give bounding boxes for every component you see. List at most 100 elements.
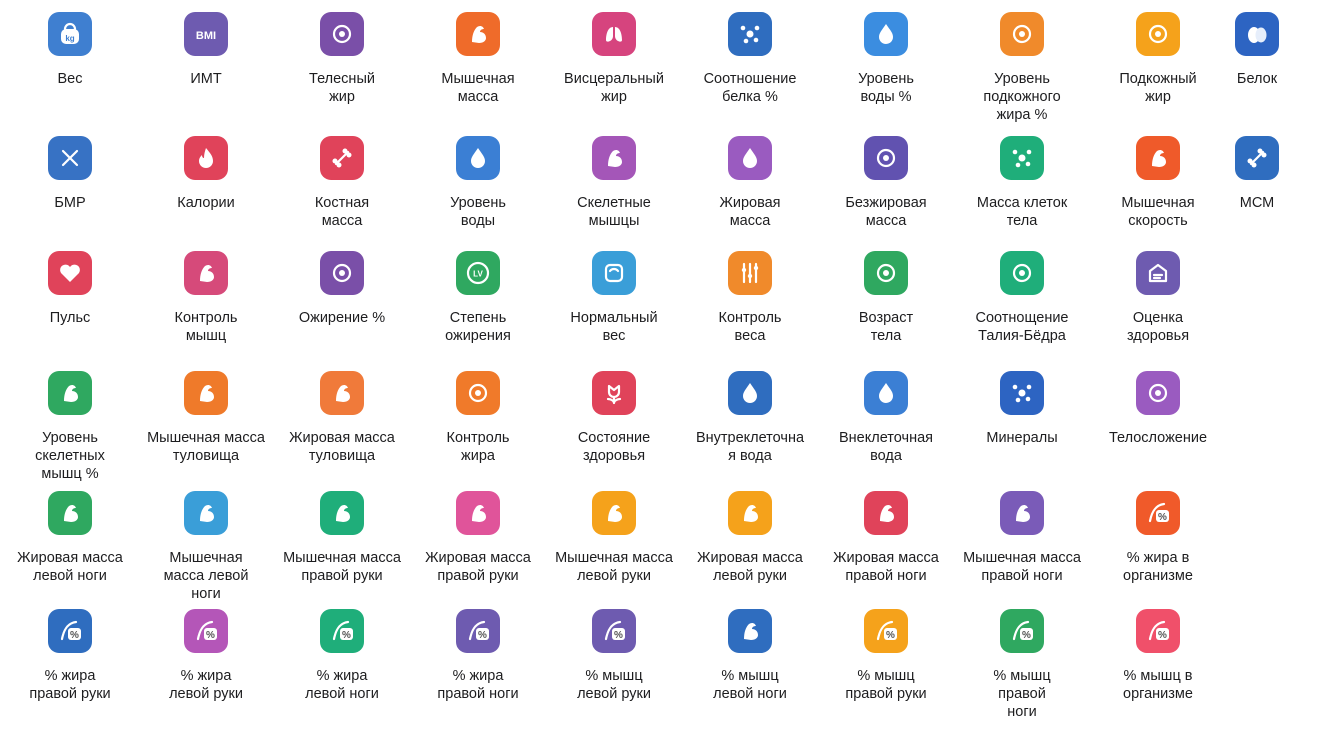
metric-tile[interactable]: Соотношение белка % (680, 12, 820, 106)
metric-label: Внеклеточная вода (839, 430, 933, 464)
metric-tile[interactable]: Минералы (952, 371, 1092, 447)
metric-tile[interactable]: Состояние здоровья (544, 371, 684, 465)
metric-label: Вес (57, 71, 83, 87)
metric-tile[interactable]: Мышечная масса туловища (136, 371, 276, 465)
metric-tile[interactable]: Жировая масса (680, 136, 820, 230)
metric-tile[interactable]: Телосложение (1088, 371, 1228, 447)
metric-tile[interactable]: Оценка здоровья (1088, 251, 1228, 345)
lean-mass-icon (864, 136, 908, 180)
right-arm-muscle-icon (320, 491, 364, 535)
metric-tile[interactable]: % % мышц левой руки (544, 609, 684, 703)
metric-tile[interactable]: Внутреклеточна я вода (680, 371, 820, 465)
metric-label: % мышц левой ноги (713, 668, 787, 702)
metric-tile[interactable]: Возраст тела (816, 251, 956, 345)
water-drops-icon (456, 136, 500, 180)
metric-tile[interactable]: Безжировая масса (816, 136, 956, 230)
metric-label: Белок (1236, 71, 1278, 87)
metric-tile[interactable]: Телесный жир (272, 12, 412, 106)
muscle-control-icon (184, 251, 228, 295)
metric-tile[interactable]: БМР (0, 136, 140, 212)
metric-tile[interactable]: Мышечная масса левой руки (544, 491, 684, 585)
metric-label: Скелетные мышцы (577, 195, 651, 229)
right-arm-fat-percent-icon: % (48, 609, 92, 653)
metric-tile[interactable]: Контроль жира (408, 371, 548, 465)
svg-text:%: % (342, 630, 351, 641)
metric-tile[interactable]: МСМ (1187, 136, 1327, 212)
metric-label: Возраст тела (858, 310, 914, 344)
right-leg-muscle-icon (1000, 491, 1044, 535)
metric-label: Калории (177, 195, 235, 211)
metric-label: % жира левой ноги (305, 668, 379, 702)
water-drop-icon (864, 12, 908, 56)
svg-text:LV: LV (473, 270, 483, 279)
metric-tile[interactable]: Уровень воды (408, 136, 548, 230)
left-arm-fat-icon (728, 491, 772, 535)
metric-tile[interactable]: Мышечная масса левой ноги (136, 491, 276, 603)
metric-label: Контроль жира (446, 430, 510, 464)
left-leg-fat-percent-icon: % (320, 609, 364, 653)
left-leg-fat-icon (48, 491, 92, 535)
metric-tile[interactable]: % % жира левой руки (136, 609, 276, 703)
metric-tile[interactable]: Контроль веса (680, 251, 820, 345)
metric-label: ИМТ (190, 71, 222, 87)
metric-tile[interactable]: Жировая масса туловища (272, 371, 412, 465)
metric-tile[interactable]: Нормальный вес (544, 251, 684, 345)
svg-text:kg: kg (65, 34, 74, 43)
bone-mineral-icon (1235, 136, 1279, 180)
health-report-icon (1136, 251, 1180, 295)
cells-icon (1000, 136, 1044, 180)
metric-tile[interactable]: Жировая масса левой ноги (0, 491, 140, 585)
metric-tile[interactable]: % % жира правой ноги (408, 609, 548, 703)
metric-label: Оценка здоровья (1126, 310, 1190, 344)
metric-tile[interactable]: Уровень скелетных мышц % (0, 371, 140, 483)
metric-tile[interactable]: LV Степень ожирения (408, 251, 548, 345)
metric-label: МСМ (1239, 195, 1275, 211)
metric-label: Жировая масса левой руки (697, 550, 803, 584)
metric-label: Жировая масса правой ноги (833, 550, 939, 584)
body-muscle-percent-icon: % (1136, 609, 1180, 653)
metric-tile[interactable]: Пульс (0, 251, 140, 327)
left-arm-fat-percent-icon: % (184, 609, 228, 653)
metric-tile[interactable]: Соотнощение Талия-Бёдра (952, 251, 1092, 345)
lungs-icon (592, 12, 636, 56)
metric-label: % жира в организме (1123, 550, 1193, 584)
metric-tile[interactable]: Жировая масса левой руки (680, 491, 820, 585)
metric-label: Степень ожирения (445, 310, 511, 344)
minerals-icon (1000, 371, 1044, 415)
metric-label: Телосложение (1108, 430, 1208, 446)
metric-tile[interactable]: Мышечная масса правой ноги (952, 491, 1092, 585)
metric-label: Уровень скелетных мышц % (35, 430, 105, 482)
metric-tile[interactable]: % мышц левой ноги (680, 609, 820, 703)
metric-label: Жировая масса левой ноги (17, 550, 123, 584)
metric-tile[interactable]: Белок (1187, 12, 1327, 88)
svg-text:%: % (614, 630, 623, 641)
metric-tile[interactable]: Уровень подкожного жира % (952, 12, 1092, 124)
metric-tile[interactable]: BMI ИМТ (136, 12, 276, 88)
metric-tile[interactable]: Мышечная масса правой руки (272, 491, 412, 585)
metric-label: Уровень воды (450, 195, 506, 229)
metric-tile[interactable]: % % жира в организме (1088, 491, 1228, 585)
muscle-speed-icon (1136, 136, 1180, 180)
bmi-icon: BMI (184, 12, 228, 56)
obesity-icon (320, 251, 364, 295)
metric-tile[interactable]: % % жира правой руки (0, 609, 140, 703)
metric-tile[interactable]: Калории (136, 136, 276, 212)
metric-tile[interactable]: Мышечная масса (408, 12, 548, 106)
metric-tile[interactable]: kg Вес (0, 12, 140, 88)
metric-tile[interactable]: % % мышц правой руки (816, 609, 956, 703)
metric-tile[interactable]: Скелетные мышцы (544, 136, 684, 230)
metric-tile[interactable]: Костная масса (272, 136, 412, 230)
metric-tile[interactable]: Масса клеток тела (952, 136, 1092, 230)
metric-tile[interactable]: Уровень воды % (816, 12, 956, 106)
metric-tile[interactable]: Висцеральный жир (544, 12, 684, 106)
metric-tile[interactable]: Контроль мышц (136, 251, 276, 345)
extracellular-water-icon (864, 371, 908, 415)
fat-drop-icon (728, 136, 772, 180)
metric-tile[interactable]: Ожирение % (272, 251, 412, 327)
metric-tile[interactable]: % % жира левой ноги (272, 609, 412, 703)
metric-tile[interactable]: Жировая масса правой руки (408, 491, 548, 585)
metric-tile[interactable]: Жировая масса правой ноги (816, 491, 956, 585)
metric-tile[interactable]: % % мышц в организме (1088, 609, 1228, 703)
metric-tile[interactable]: Внеклеточная вода (816, 371, 956, 465)
metric-tile[interactable]: % % мышц правой ноги (952, 609, 1092, 721)
